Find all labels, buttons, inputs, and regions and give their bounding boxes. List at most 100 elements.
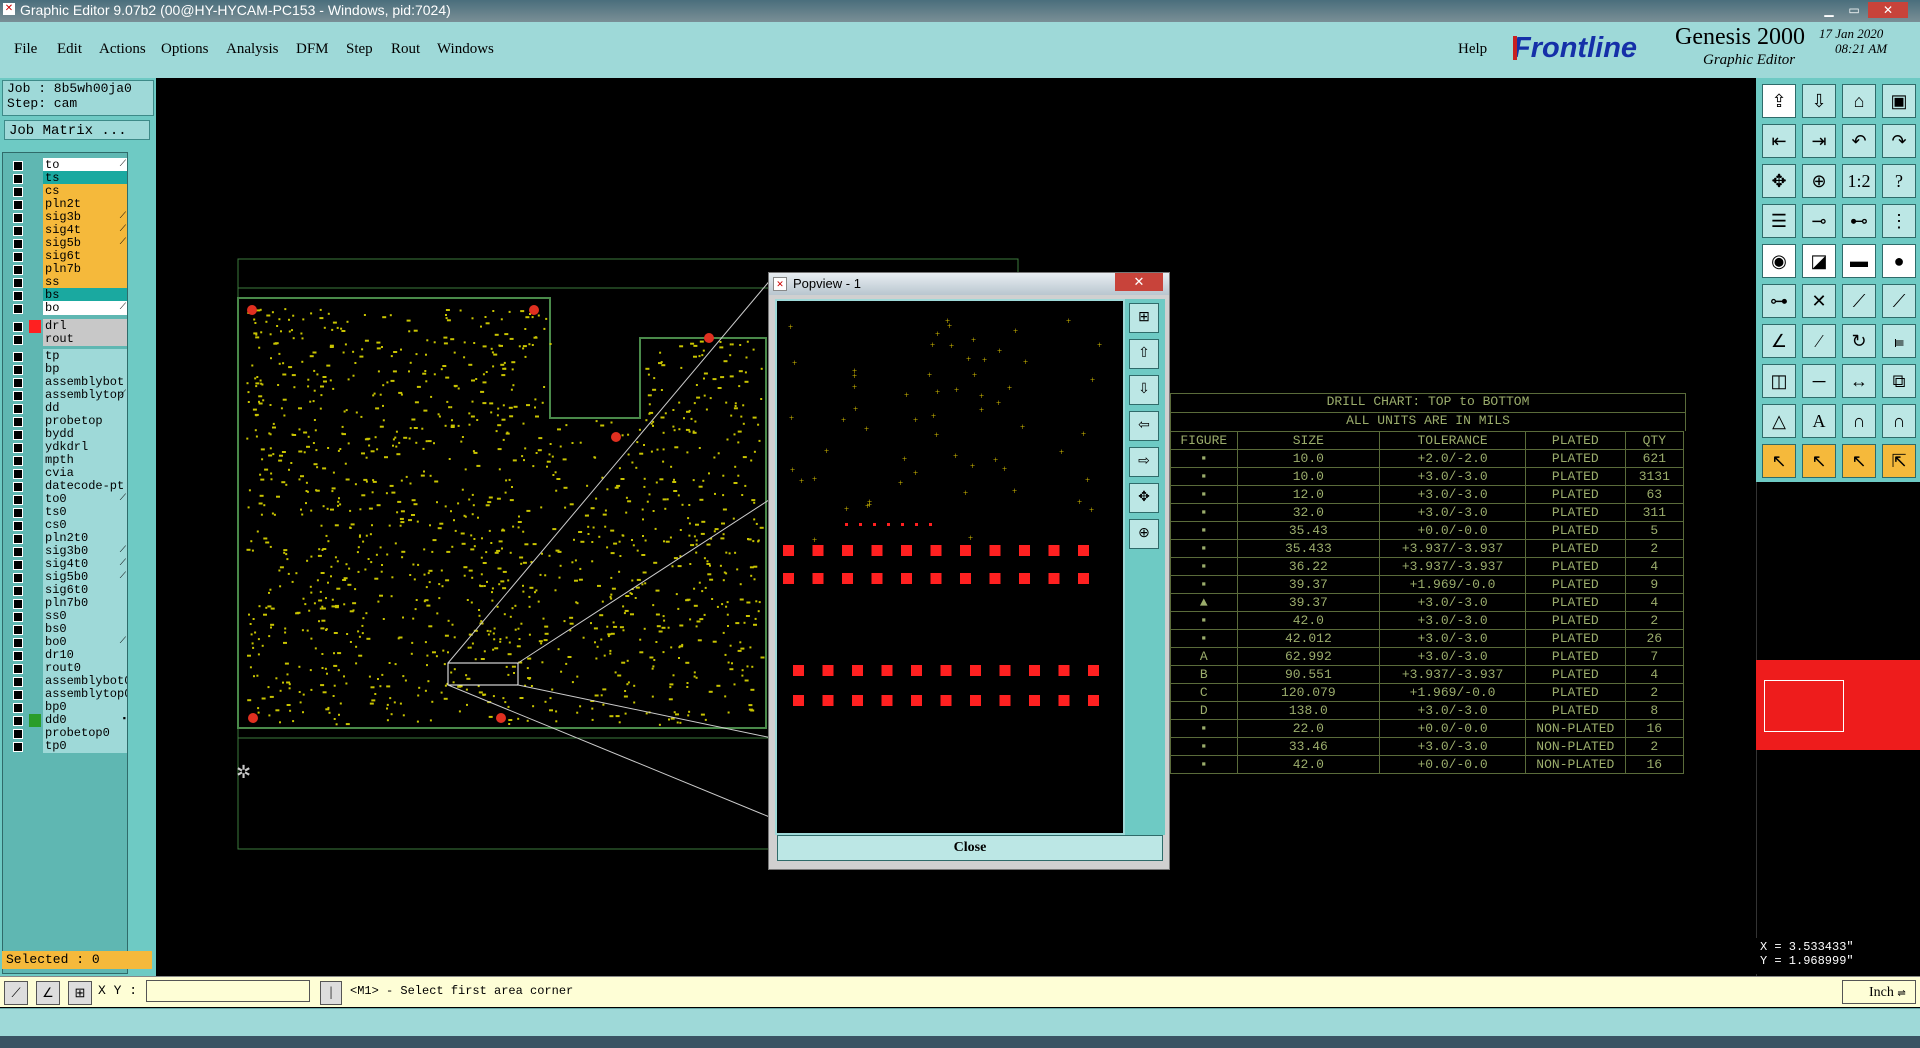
popview-canvas[interactable]: +++++++++++++++++++ ++++++++++++++++++++ +… [777, 301, 1123, 833]
layer-checkbox[interactable] [13, 187, 23, 197]
layer-name[interactable]: tp0 [43, 739, 127, 753]
layer-checkbox[interactable] [13, 239, 23, 249]
layer-checkbox[interactable] [13, 430, 23, 440]
pan-down-icon[interactable]: ⇩ [1129, 375, 1159, 405]
layer-checkbox[interactable] [13, 638, 23, 648]
connect-icon[interactable]: ⟋ [1842, 284, 1876, 318]
layer-row[interactable]: rout [3, 332, 128, 347]
layer-name[interactable]: cs0 [43, 518, 127, 532]
layer-name[interactable]: bp [43, 362, 127, 376]
slash-icon[interactable]: ⁄ [1802, 324, 1836, 358]
layer-checkbox[interactable] [13, 729, 23, 739]
select-icon[interactable]: ↖ [1762, 444, 1796, 478]
overview-viewport[interactable] [1764, 680, 1844, 732]
menu-step[interactable]: Step [346, 41, 373, 58]
layer-name[interactable]: cs [43, 184, 127, 198]
layer-name[interactable]: datecode-pt [43, 479, 127, 493]
layer-checkbox[interactable] [13, 265, 23, 275]
zoom-center-icon[interactable]: ⊕ [1802, 164, 1836, 198]
layer-name[interactable]: dd0 [43, 713, 127, 727]
layer-name[interactable]: ts [43, 171, 127, 185]
layer-name[interactable]: bo0 [43, 635, 127, 649]
minimize-icon[interactable]: ▁ [1818, 2, 1840, 18]
measure-icon[interactable]: ⊷ [1842, 204, 1876, 238]
layer-row[interactable]: bo ⟋ [3, 301, 128, 316]
menu-edit[interactable]: Edit [57, 41, 82, 58]
select2-icon[interactable]: ↖ [1802, 444, 1836, 478]
layer-checkbox[interactable] [13, 378, 23, 388]
layer-checkbox[interactable] [13, 391, 23, 401]
pan-up-icon[interactable]: ⇧ [1129, 339, 1159, 369]
arc-icon[interactable]: ↻ [1842, 324, 1876, 358]
layer-name[interactable]: assemblybot0 [43, 674, 127, 688]
layer-checkbox[interactable] [13, 612, 23, 622]
scale-icon[interactable]: 1:2 [1842, 164, 1876, 198]
layer-name[interactable]: dr10 [43, 648, 127, 662]
layer-name[interactable]: tp [43, 349, 127, 363]
layer-name[interactable]: bs [43, 288, 127, 302]
select3-icon[interactable]: ↖ [1842, 444, 1876, 478]
layer-name[interactable]: ydkdrl [43, 440, 127, 454]
layer-name[interactable]: mpth [43, 453, 127, 467]
layer-name[interactable]: probetop0 [43, 726, 127, 740]
layer-checkbox[interactable] [13, 200, 23, 210]
input-mode-icon[interactable]: | [320, 981, 342, 1005]
move-right-icon[interactable]: ⇥ [1802, 124, 1836, 158]
layer-name[interactable]: sig4t0 [43, 557, 127, 571]
layer-checkbox[interactable] [13, 161, 23, 171]
layer-checkbox[interactable] [13, 304, 23, 314]
layer-checkbox[interactable] [13, 482, 23, 492]
net-icon[interactable]: ⊶ [1762, 284, 1796, 318]
snap-icon[interactable]: ⟋ [4, 981, 28, 1005]
layer-checkbox[interactable] [13, 508, 23, 518]
pan-right-icon[interactable]: ⇨ [1129, 447, 1159, 477]
overview-map[interactable] [1756, 660, 1920, 750]
layer-checkbox[interactable] [13, 742, 23, 752]
undo-icon[interactable]: ↶ [1842, 124, 1876, 158]
pan-icon[interactable]: ☰ [1762, 204, 1796, 238]
layer-name[interactable]: assemblytop0 [43, 687, 127, 701]
maximize-icon[interactable]: ▭ [1843, 2, 1865, 18]
layer-color-swatch[interactable] [29, 333, 41, 346]
layer-name[interactable]: drl [43, 319, 127, 333]
menu-windows[interactable]: Windows [437, 41, 494, 58]
probe-icon[interactable]: ⊸ [1802, 204, 1836, 238]
layer-checkbox[interactable] [13, 664, 23, 674]
layer-up-icon[interactable]: ⇪ [1762, 84, 1796, 118]
menu-help[interactable]: Help [1458, 41, 1487, 58]
layer-name[interactable]: probetop [43, 414, 127, 428]
group-icon[interactable]: ⧉ [1882, 364, 1916, 398]
layer-checkbox[interactable] [13, 335, 23, 345]
layer-name[interactable]: assemblytop [43, 388, 127, 402]
pad-add-icon[interactable]: ◉ [1762, 244, 1796, 278]
layer-checkbox[interactable] [13, 703, 23, 713]
layer-name[interactable]: ts0 [43, 505, 127, 519]
layer-name[interactable]: bydd [43, 427, 127, 441]
menu-actions[interactable]: Actions [99, 41, 146, 58]
menu-rout[interactable]: Rout [391, 41, 420, 58]
layer-name[interactable]: bo [43, 301, 127, 315]
layer-checkbox[interactable] [13, 456, 23, 466]
layer-checkbox[interactable] [13, 560, 23, 570]
help-icon[interactable]: ? [1882, 164, 1916, 198]
layer-name[interactable]: bp0 [43, 700, 127, 714]
layer-checkbox[interactable] [13, 521, 23, 531]
layer-name[interactable]: to [43, 158, 127, 172]
layer-checkbox[interactable] [13, 547, 23, 557]
popview-title-bar[interactable]: ✕ Popview - 1 ✕ [769, 273, 1169, 295]
layer-name[interactable]: pln7b0 [43, 596, 127, 610]
layer-name[interactable]: rout0 [43, 661, 127, 675]
cross-icon[interactable]: ✕ [1802, 284, 1836, 318]
layer-row[interactable]: tp0 [3, 739, 128, 754]
layer-checkbox[interactable] [13, 404, 23, 414]
job-matrix-button[interactable]: Job Matrix ... [4, 120, 150, 140]
layer-name[interactable]: pln7b [43, 262, 127, 276]
layer-checkbox[interactable] [13, 573, 23, 583]
layer-name[interactable]: sig4t [43, 223, 127, 237]
window-icon[interactable]: ▣ [1882, 84, 1916, 118]
layer-checkbox[interactable] [13, 365, 23, 375]
layer-name[interactable]: to0 [43, 492, 127, 506]
layer-checkbox[interactable] [13, 443, 23, 453]
layer-color-swatch[interactable] [29, 740, 41, 753]
popview-close-icon[interactable]: ✕ [1115, 273, 1163, 291]
